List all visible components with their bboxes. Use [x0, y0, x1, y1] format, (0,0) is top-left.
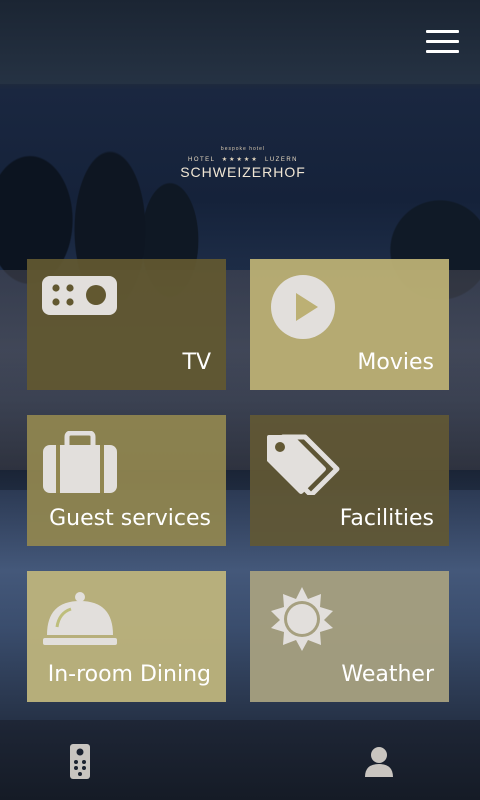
logo-left-text: HOTEL: [188, 156, 216, 163]
logo-subline: HOTEL ★★★★★ LUZERN: [168, 156, 318, 164]
tile-movies[interactable]: Movies: [250, 259, 449, 390]
remote-control-icon[interactable]: [68, 744, 92, 780]
tile-in-room-dining[interactable]: In-room Dining: [27, 571, 226, 702]
user-profile-icon[interactable]: [364, 746, 394, 778]
logo-right-text: LUZERN: [264, 156, 298, 163]
tile-weather[interactable]: Weather: [250, 571, 449, 702]
tile-facilities[interactable]: Facilities: [250, 415, 449, 546]
sun-icon: [270, 587, 334, 656]
tile-tv[interactable]: TV: [27, 259, 226, 390]
suitcase-icon: [43, 430, 117, 498]
cloche-icon: [43, 591, 117, 652]
top-band: [0, 0, 480, 84]
tile-label: Facilities: [339, 506, 434, 531]
tile-label: Guest services: [49, 506, 211, 531]
tile-label: Weather: [341, 662, 434, 687]
tile-label: Movies: [357, 350, 434, 375]
hamburger-menu-icon[interactable]: [420, 24, 464, 60]
tags-icon: [265, 433, 341, 500]
logo-tagline: bespoke hotel: [220, 146, 266, 152]
tv-remote-icon: [42, 273, 118, 322]
tile-label: TV: [182, 350, 212, 375]
tile-guest-services[interactable]: Guest services: [27, 415, 226, 546]
logo-name: SCHWEIZERHOF: [180, 164, 306, 180]
tile-label: In-room Dining: [47, 662, 211, 687]
play-icon: [271, 275, 335, 344]
hotel-logo: bespoke hotel HOTEL ★★★★★ LUZERN SCHWEIZ…: [168, 146, 318, 196]
logo-stars: ★★★★★: [221, 157, 259, 163]
